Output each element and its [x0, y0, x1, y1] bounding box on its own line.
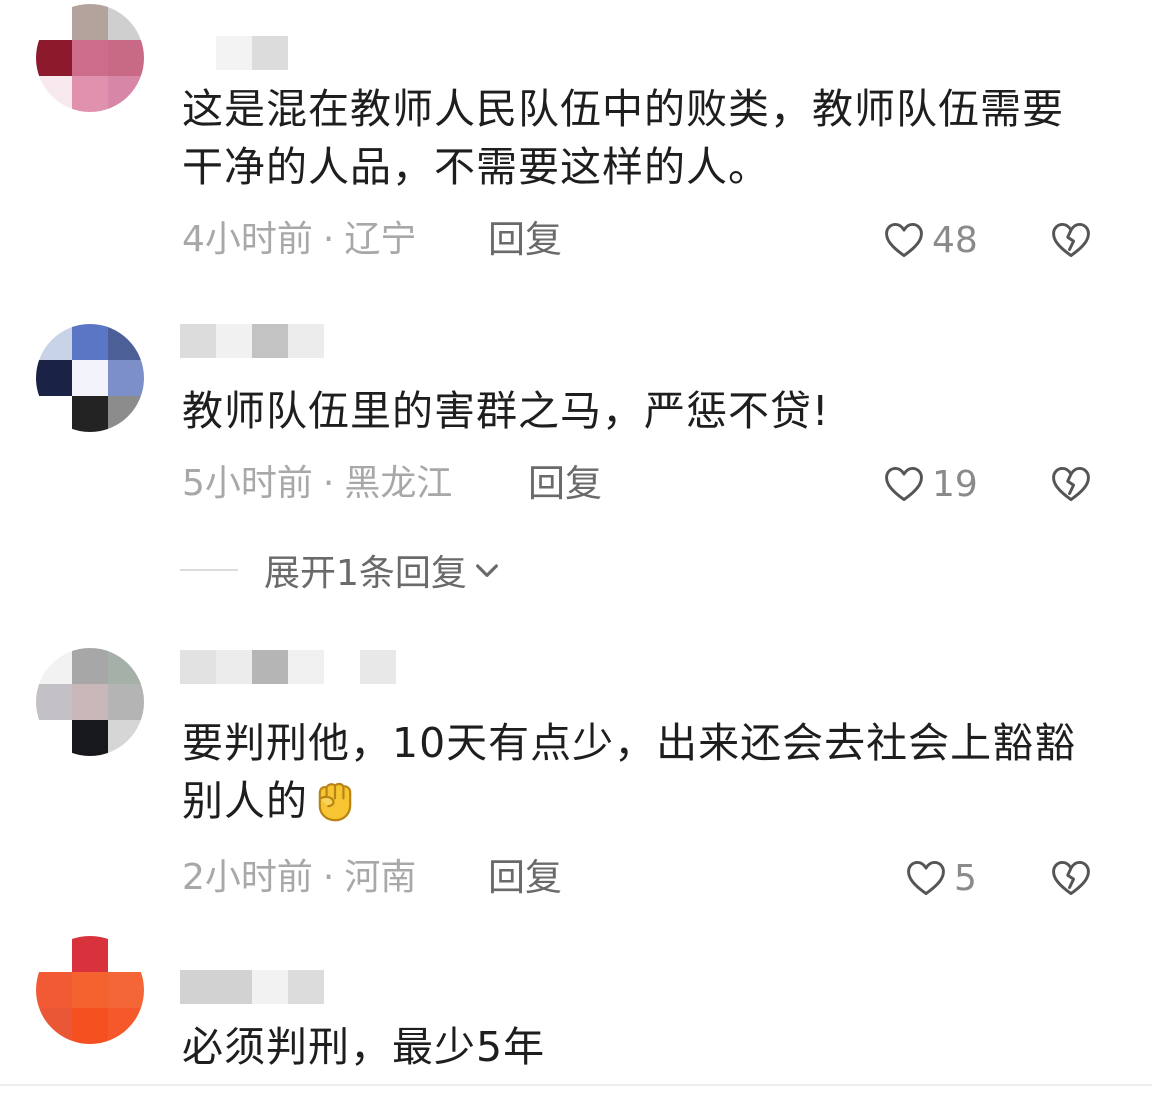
expand-replies-label: 展开1条回复: [264, 553, 467, 594]
raised-fist-emoji: [318, 782, 352, 822]
comment-time: 2小时前: [182, 857, 313, 898]
comment-meta: 2小时前 · 河南: [182, 856, 416, 900]
comment-item: 教师队伍里的害群之马，严惩不贷! 5小时前 · 黑龙江 回复 19: [0, 300, 1152, 610]
dislike-button[interactable]: [1049, 462, 1093, 506]
comment-meta: 4小时前 · 辽宁: [182, 218, 416, 262]
comment-item: 要判刑他，10天有点少，出来还会去社会上豁豁别人的 2小时前 · 河南 回复 5: [0, 640, 1152, 930]
meta-separator: ·: [322, 463, 335, 504]
like-count: 19: [932, 463, 978, 505]
broken-heart-icon: [1052, 860, 1090, 896]
divider: [0, 1084, 1152, 1086]
meta-separator: ·: [322, 219, 335, 260]
divider: [180, 569, 238, 571]
comment-time: 5小时前: [182, 463, 313, 504]
like-button[interactable]: 48: [882, 218, 978, 262]
reply-button[interactable]: 回复: [528, 462, 602, 506]
like-button[interactable]: 19: [882, 462, 978, 506]
heart-outline-icon: [885, 466, 923, 502]
reply-button[interactable]: 回复: [488, 856, 562, 900]
comment-location: 辽宁: [344, 219, 417, 260]
username-blurred[interactable]: [180, 650, 440, 684]
heart-outline-icon: [885, 222, 923, 258]
username-blurred[interactable]: [180, 324, 440, 358]
comment-location: 黑龙江: [344, 463, 453, 504]
avatar[interactable]: [36, 324, 144, 432]
comment-text: 教师队伍里的害群之马，严惩不贷!: [182, 387, 830, 435]
broken-heart-icon: [1052, 466, 1090, 502]
like-count: 5: [954, 857, 977, 899]
meta-separator: ·: [322, 857, 335, 898]
broken-heart-icon: [1052, 222, 1090, 258]
avatar[interactable]: [36, 648, 144, 756]
heart-outline-icon: [907, 860, 945, 896]
comment-time: 4小时前: [182, 219, 313, 260]
comment-text: 这是混在教师人民队伍中的败类，教师队伍需要干净的人品，不需要这样的人。: [182, 85, 1064, 191]
reply-button[interactable]: 回复: [488, 218, 562, 262]
comment-location: 河南: [344, 857, 417, 898]
avatar[interactable]: [36, 4, 144, 112]
avatar[interactable]: [36, 936, 144, 1044]
like-button[interactable]: 5: [904, 856, 977, 900]
comment-text: 要判刑他，10天有点少，出来还会去社会上豁豁别人的: [182, 714, 1102, 830]
comment-meta: 5小时前 · 黑龙江: [182, 462, 452, 506]
username-blurred[interactable]: [180, 970, 440, 1004]
expand-replies-button[interactable]: 展开1条回复: [180, 548, 503, 594]
comment-item: 这是混在教师人民队伍中的败类，教师队伍需要干净的人品，不需要这样的人。 4小时前…: [0, 0, 1152, 290]
dislike-button[interactable]: [1049, 856, 1093, 900]
comment-text: 必须判刑，最少5年: [182, 1023, 546, 1071]
like-count: 48: [932, 219, 978, 261]
username-blurred[interactable]: [180, 36, 440, 70]
dislike-button[interactable]: [1049, 218, 1093, 262]
chevron-down-icon: [475, 564, 498, 577]
